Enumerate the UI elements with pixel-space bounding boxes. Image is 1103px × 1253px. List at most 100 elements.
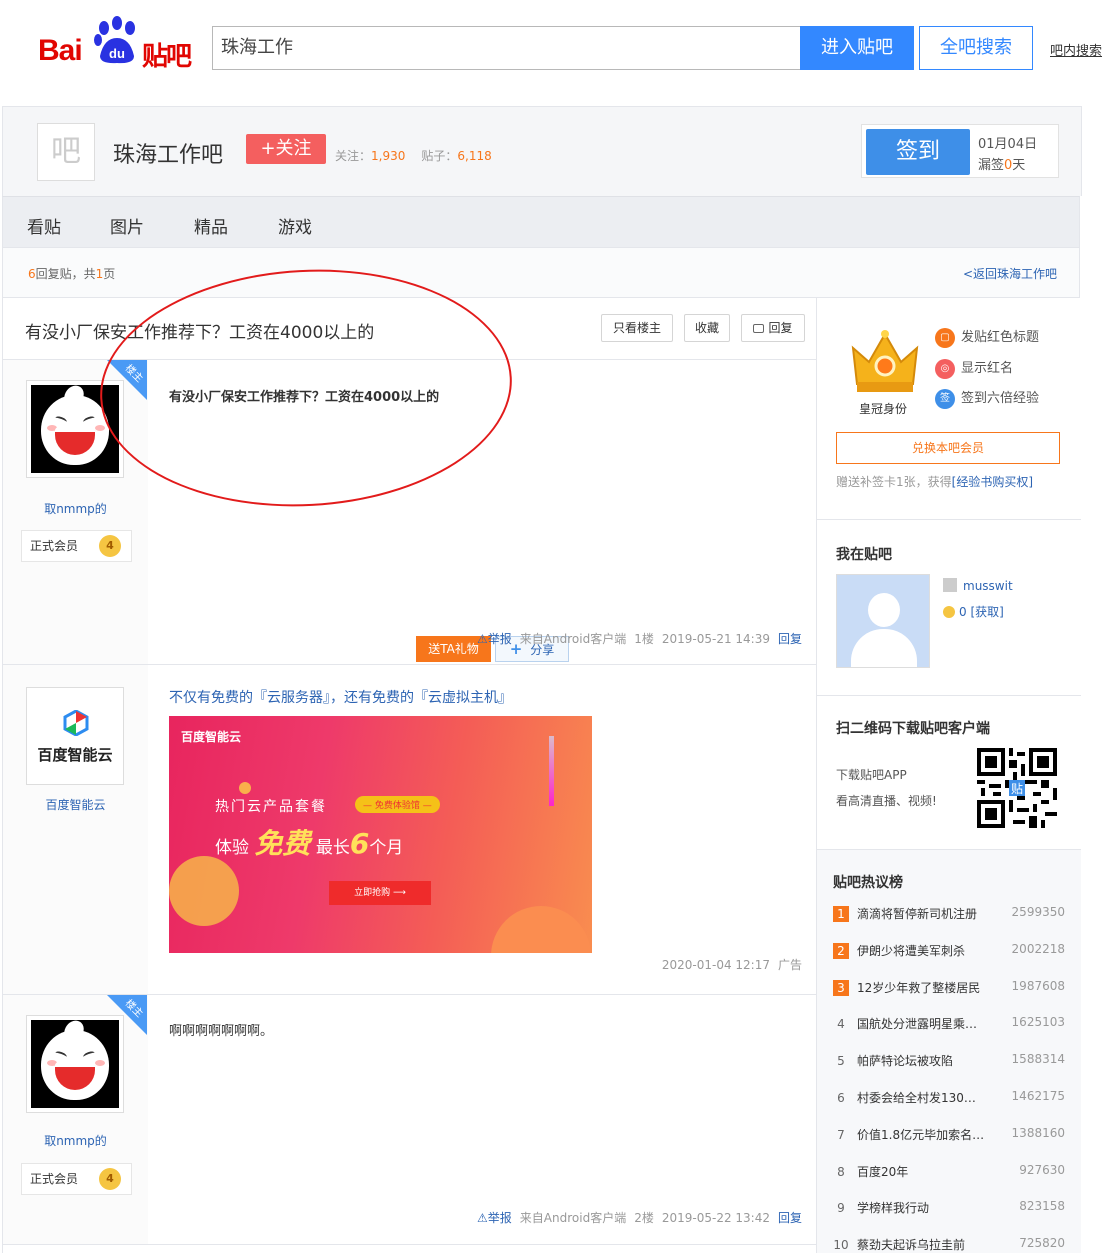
ad-time: 2020-01-04 12:17 bbox=[661, 958, 770, 972]
ad-banner-line2: 体验 免费 最长6个月 bbox=[215, 827, 404, 860]
hot-topic-item[interactable]: 2 伊朗少将遭美军刺杀 2002218 bbox=[833, 941, 1065, 961]
member-badge[interactable]: 正式会员 4 bbox=[21, 530, 132, 562]
exp-book-link[interactable]: [经验书购买权] bbox=[952, 475, 1033, 489]
reply-link[interactable]: 回复 bbox=[778, 632, 802, 646]
search-in-bar-link[interactable]: 吧内搜索 bbox=[1050, 40, 1102, 59]
hot-topic-rank: 1 bbox=[833, 906, 849, 922]
only-op-button[interactable]: 只看楼主 bbox=[601, 314, 673, 342]
tab-pictures[interactable]: 图片 bbox=[110, 213, 144, 238]
hot-topic-item[interactable]: 6 村委会给全村发130… 1462175 bbox=[833, 1088, 1065, 1108]
ad-footer: 2020-01-04 12:17 广告 bbox=[662, 956, 802, 973]
member-badge[interactable]: 正式会员 4 bbox=[21, 1163, 132, 1195]
user-name[interactable]: 取nmmp的 bbox=[3, 1132, 148, 1149]
qr-code-icon[interactable]: 贴 bbox=[977, 748, 1057, 828]
ad-banner-image[interactable]: 百度智能云 热门云产品套餐 — 免费体验馆 — 体验 免费 最长6个月 立即抢购… bbox=[169, 716, 592, 953]
reply-link[interactable]: 回复 bbox=[778, 1211, 802, 1225]
hot-topic-name[interactable]: 国航处分泄露明星乘… bbox=[857, 1015, 997, 1032]
hot-topic-item[interactable]: 8 百度20年 927630 bbox=[833, 1162, 1065, 1182]
get-coins-link[interactable]: [获取] bbox=[970, 605, 1003, 619]
report-link[interactable]: ⚠举报 bbox=[477, 1211, 512, 1225]
post-footer: ⚠举报 来自Android客户端 1楼 2019-05-21 14:39 回复 bbox=[477, 630, 802, 647]
thread-main: 有没小厂保安工作推荐下？工资在4000以上的 只看楼主 收藏 回复 楼主 取nm… bbox=[2, 298, 817, 1253]
hot-topic-item[interactable]: 10 蔡劲夫起诉乌拉圭前 725820 bbox=[833, 1235, 1065, 1253]
forum-header: 吧 珠海工作吧 +关注 关注：1,930 贴子：6,118 签到 01月04日 漏… bbox=[2, 106, 1082, 196]
name-icon: ◎ bbox=[935, 358, 955, 379]
floor-number: 1楼 bbox=[634, 632, 654, 646]
ad-buy-button[interactable]: 立即抢购 ⟶ bbox=[329, 881, 431, 905]
forum-nav: 看贴 图片 精品 游戏 bbox=[2, 196, 1080, 248]
ad-user-name[interactable]: 百度智能云 bbox=[3, 796, 148, 813]
hot-topic-name[interactable]: 百度20年 bbox=[857, 1163, 997, 1180]
enter-bar-button[interactable]: 进入贴吧 bbox=[800, 26, 914, 70]
posts-count: 6,118 bbox=[457, 149, 492, 163]
perk-red-name: ◎ 显示红名 bbox=[935, 357, 1013, 379]
hot-topic-item[interactable]: 7 价值1.8亿元毕加索名… 1388160 bbox=[833, 1125, 1065, 1145]
ad-label: 广告 bbox=[777, 958, 802, 972]
redeem-member-button[interactable]: 兑换本吧会员 bbox=[836, 432, 1060, 464]
post-floor-1: 楼主 取nmmp的 正式会员 4 有没小厂保安工作推荐下？工资在4000以上的 送… bbox=[3, 360, 816, 665]
ad-banner-tag: — 免费体验馆 — bbox=[355, 796, 440, 813]
level-badge-icon: 4 bbox=[99, 535, 121, 557]
sign-icon: 签 bbox=[935, 388, 955, 409]
avatar[interactable] bbox=[26, 1015, 124, 1113]
ad-title-link[interactable]: 不仅有免费的『云服务器』，还有免费的『云虚拟主机』 bbox=[169, 687, 512, 707]
hot-topics-section: 贴吧热议榜 1 滴滴将暂停新司机注册 2599350 2 伊朗少将遭美军刺杀 200221… bbox=[817, 850, 1081, 1253]
hot-topic-name[interactable]: 价值1.8亿元毕加索名… bbox=[857, 1126, 997, 1143]
post-source: 来自Android客户端 bbox=[519, 1211, 627, 1225]
forum-avatar[interactable]: 吧 bbox=[37, 123, 95, 181]
hot-topic-rank: 4 bbox=[837, 1017, 845, 1032]
hot-topic-item[interactable]: 3 12岁少年救了整楼居民 1987608 bbox=[833, 978, 1065, 998]
avatar[interactable] bbox=[26, 380, 124, 478]
tab-featured[interactable]: 精品 bbox=[194, 213, 228, 238]
tab-games[interactable]: 游戏 bbox=[278, 213, 312, 238]
sign-in-button[interactable]: 签到 bbox=[866, 129, 970, 175]
search-all-button[interactable]: 全吧搜索 bbox=[919, 26, 1033, 70]
back-to-forum-link[interactable]: <返回珠海工作吧 bbox=[963, 265, 1057, 282]
hot-topic-name[interactable]: 蔡劲夫起诉乌拉圭前 bbox=[857, 1236, 997, 1253]
forum-name[interactable]: 珠海工作吧 bbox=[113, 137, 223, 169]
hot-topics-title: 贴吧热议榜 bbox=[833, 875, 903, 891]
ad-banner-brand: 百度智能云 bbox=[181, 730, 242, 744]
qr-badge-text: 贴 bbox=[1011, 782, 1023, 796]
post-content: 有没小厂保安工作推荐下？工资在4000以上的 bbox=[169, 390, 440, 405]
user-name[interactable]: 取nmmp的 bbox=[3, 500, 148, 517]
my-username[interactable]: musswit bbox=[943, 578, 1013, 593]
collect-button[interactable]: 收藏 bbox=[684, 314, 730, 342]
hot-topic-count: 927630 bbox=[1019, 1162, 1065, 1177]
post-floor-2: 楼主 取nmmp的 正式会员 4 啊啊啊啊啊啊啊。 ⚠举报 来自Android客户端… bbox=[3, 995, 816, 1245]
hot-topic-item[interactable]: 4 国航处分泄露明星乘… 1625103 bbox=[833, 1014, 1065, 1034]
hot-topic-name[interactable]: 滴滴将暂停新司机注册 bbox=[857, 905, 997, 922]
hot-topic-name[interactable]: 12岁少年救了整楼居民 bbox=[857, 979, 997, 996]
reply-count-info: 6回复贴，共1页 bbox=[28, 267, 116, 281]
sign-in-box: 签到 01月04日 漏签0天 bbox=[861, 124, 1059, 178]
hot-topic-item[interactable]: 5 帕萨特论坛被攻陷 1588314 bbox=[833, 1051, 1065, 1071]
post-source: 来自Android客户端 bbox=[519, 632, 627, 646]
followers-label: 关注： bbox=[335, 149, 372, 163]
hot-topic-item[interactable]: 1 滴滴将暂停新司机注册 2599350 bbox=[833, 904, 1065, 924]
reply-button[interactable]: 回复 bbox=[741, 314, 805, 342]
level-badge-icon: 4 bbox=[99, 1168, 121, 1190]
hot-topic-count: 1462175 bbox=[1011, 1089, 1065, 1103]
avatar-image bbox=[31, 1020, 119, 1108]
hot-topic-name[interactable]: 帕萨特论坛被攻陷 bbox=[857, 1052, 997, 1069]
my-coins: 0 [获取] bbox=[943, 603, 1004, 620]
report-link[interactable]: ⚠举报 bbox=[477, 632, 512, 646]
hot-topic-name[interactable]: 伊朗少将遭美军刺杀 bbox=[857, 942, 997, 959]
tab-posts[interactable]: 看贴 bbox=[27, 213, 61, 238]
post-time: 2019-05-22 13:42 bbox=[661, 1211, 770, 1225]
hot-topic-item[interactable]: 9 学榜样我行动 823158 bbox=[833, 1198, 1065, 1218]
search-input[interactable]: 珠海工作 bbox=[212, 26, 802, 70]
hot-topic-name[interactable]: 学榜样我行动 bbox=[857, 1199, 997, 1216]
hot-topic-count: 1388160 bbox=[1011, 1125, 1065, 1140]
logo-tieba-text: 贴吧 bbox=[142, 42, 192, 72]
sign-date: 01月04日 bbox=[978, 137, 1038, 152]
top-search-bar: Bai du 贴吧 珠海工作 进入贴吧 全吧搜索 吧内搜索 bbox=[0, 0, 1103, 100]
baidu-tieba-logo[interactable]: Bai du 贴吧 bbox=[38, 14, 194, 72]
hot-topic-name[interactable]: 村委会给全村发130… bbox=[857, 1089, 997, 1106]
perk-red-title: ▢ 发贴红色标题 bbox=[935, 326, 1039, 348]
follow-button[interactable]: +关注 bbox=[246, 134, 326, 164]
my-avatar[interactable] bbox=[836, 574, 930, 668]
thread-pager: 6回复贴，共1页 <返回珠海工作吧 bbox=[2, 248, 1080, 298]
post-time: 2019-05-21 14:39 bbox=[661, 632, 770, 646]
ad-avatar[interactable]: 百度智能云 bbox=[26, 687, 124, 785]
